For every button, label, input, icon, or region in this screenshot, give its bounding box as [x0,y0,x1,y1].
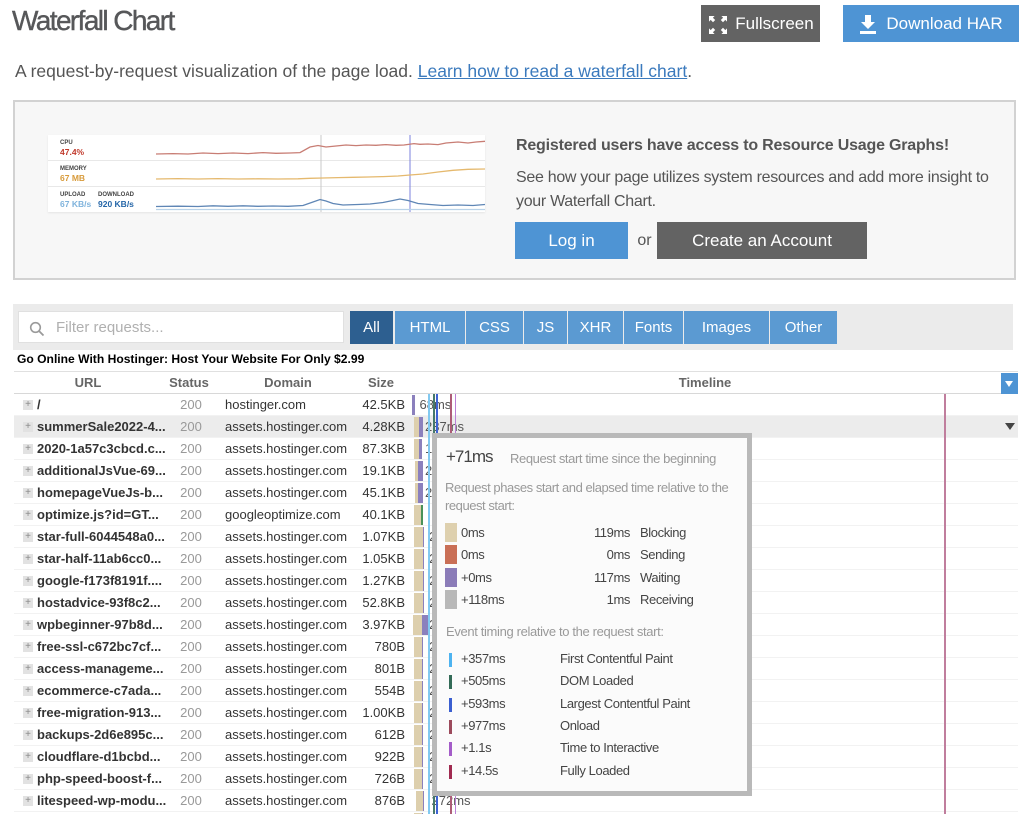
svg-text:67 MB: 67 MB [60,173,85,183]
svg-text:47.4%: 47.4% [60,147,85,157]
svg-text:DOWNLOAD: DOWNLOAD [98,192,135,198]
svg-text:CPU: CPU [60,140,73,146]
svg-text:UPLOAD: UPLOAD [60,192,86,198]
svg-text:67 KB/s: 67 KB/s [60,199,91,209]
svg-text:920 KB/s: 920 KB/s [98,199,134,209]
svg-text:MEMORY: MEMORY [60,166,87,172]
